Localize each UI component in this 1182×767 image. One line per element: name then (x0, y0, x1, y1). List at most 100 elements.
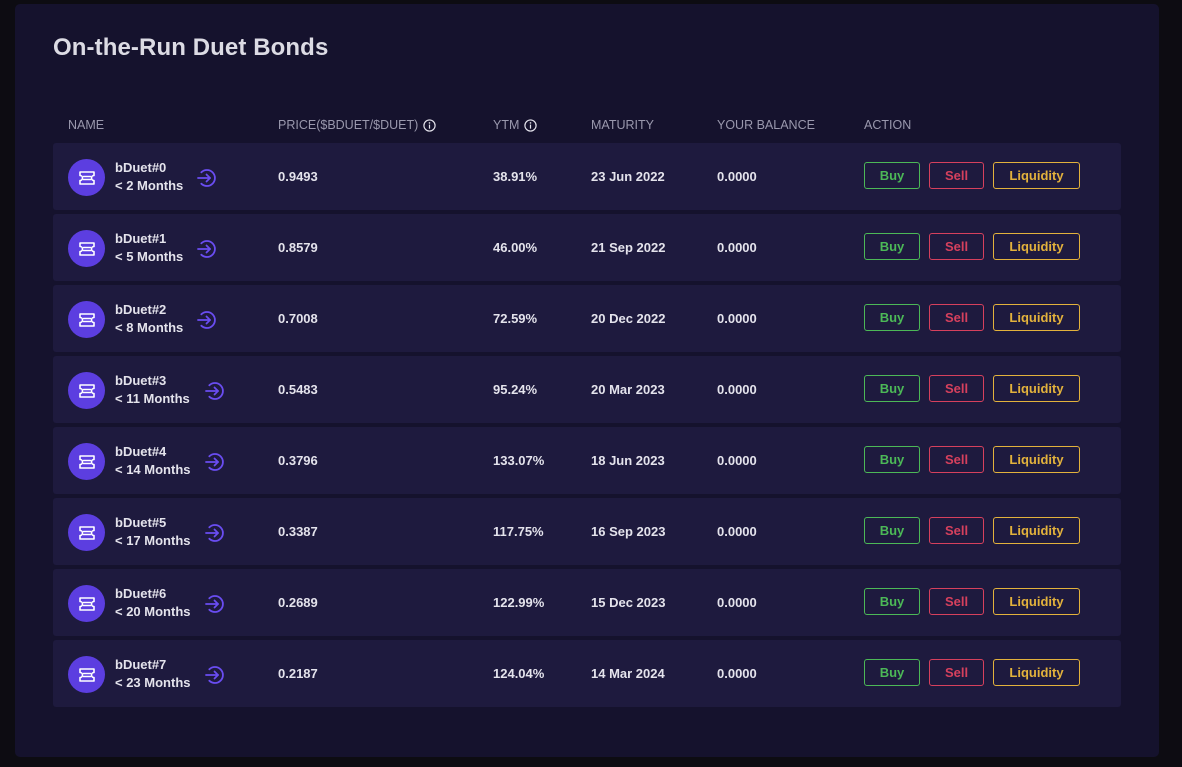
arrow-circle-right-icon[interactable] (195, 237, 219, 261)
buy-button[interactable]: Buy (864, 446, 920, 473)
bond-balance: 0.0000 (717, 382, 757, 397)
buy-button[interactable]: Buy (864, 233, 920, 260)
liquidity-button[interactable]: Liquidity (993, 304, 1080, 331)
bond-name: bDuet#2 < 8 Months (115, 301, 183, 337)
arrow-circle-right-icon[interactable] (195, 308, 219, 332)
sell-button[interactable]: Sell (929, 517, 984, 544)
bond-ytm: 95.24% (493, 382, 538, 397)
liquidity-button[interactable]: Liquidity (993, 233, 1080, 260)
bond-price: 0.3387 (278, 524, 318, 539)
bond-maturity: 15 Dec 2023 (591, 595, 666, 610)
arrow-circle-right-icon[interactable] (203, 521, 227, 545)
bond-id: bDuet#1 (115, 231, 167, 246)
column-header-action-label: ACTION (864, 118, 912, 132)
bond-ytm: 38.91% (493, 169, 538, 184)
bond-name: bDuet#0 < 2 Months (115, 159, 183, 195)
bond-name: bDuet#7 < 23 Months (115, 656, 191, 692)
column-header-balance-label: YOUR BALANCE (717, 118, 815, 132)
liquidity-button[interactable]: Liquidity (993, 375, 1080, 402)
bond-name: bDuet#3 < 11 Months (115, 372, 190, 408)
column-header-name: NAME (68, 110, 104, 140)
info-icon[interactable] (423, 118, 436, 132)
arrow-circle-right-icon[interactable] (203, 663, 227, 687)
bond-id: bDuet#2 (115, 302, 167, 317)
column-header-maturity: MATURITY (591, 110, 654, 140)
sell-button[interactable]: Sell (929, 304, 984, 331)
arrow-circle-right-icon[interactable] (203, 379, 227, 403)
sell-button[interactable]: Sell (929, 659, 984, 686)
bond-price: 0.2689 (278, 595, 318, 610)
liquidity-button[interactable]: Liquidity (993, 446, 1080, 473)
bond-maturity: 14 Mar 2024 (591, 666, 665, 681)
bond-price: 0.2187 (278, 666, 318, 681)
liquidity-button[interactable]: Liquidity (993, 659, 1080, 686)
buy-button[interactable]: Buy (864, 375, 920, 402)
column-header-action: ACTION (864, 110, 911, 140)
bond-term: < 5 Months (115, 249, 184, 264)
liquidity-button[interactable]: Liquidity (993, 588, 1080, 615)
ticket-icon (68, 443, 105, 480)
arrow-circle-right-icon[interactable] (203, 450, 227, 474)
buy-button[interactable]: Buy (864, 659, 920, 686)
bond-id: bDuet#4 (115, 444, 167, 459)
table-header: NAME PRICE($bDuet/$DUET) YTM MATURITY YO… (53, 110, 1121, 140)
bond-term: < 8 Months (115, 320, 184, 335)
sell-button[interactable]: Sell (929, 588, 984, 615)
bond-term: < 11 Months (115, 391, 190, 406)
buy-button[interactable]: Buy (864, 517, 920, 544)
bond-balance: 0.0000 (717, 240, 757, 255)
arrow-circle-right-icon[interactable] (195, 166, 219, 190)
bond-term: < 17 Months (115, 533, 191, 548)
bond-balance: 0.0000 (717, 666, 757, 681)
liquidity-button[interactable]: Liquidity (993, 517, 1080, 544)
column-header-price-label: PRICE($bDuet/$DUET) (278, 118, 419, 132)
page-title: On-the-Run Duet Bonds (53, 34, 329, 61)
ticket-icon (68, 514, 105, 551)
buy-button[interactable]: Buy (864, 162, 920, 189)
column-header-name-label: NAME (68, 118, 105, 132)
bond-price: 0.3796 (278, 453, 318, 468)
bond-name: bDuet#4 < 14 Months (115, 443, 191, 479)
bond-maturity: 21 Sep 2022 (591, 240, 666, 255)
bond-ytm: 72.59% (493, 311, 538, 326)
bond-term: < 20 Months (115, 604, 191, 619)
bond-id: bDuet#3 (115, 373, 167, 388)
bond-name: bDuet#5 < 17 Months (115, 514, 191, 550)
table-row: bDuet#4 < 14 Months 0.3796 133.07% 18 Ju… (53, 427, 1121, 494)
ticket-icon (68, 656, 105, 693)
table-row: bDuet#7 < 23 Months 0.2187 124.04% 14 Ma… (53, 640, 1121, 707)
bond-name: bDuet#1 < 5 Months (115, 230, 183, 266)
sell-button[interactable]: Sell (929, 233, 984, 260)
bond-maturity: 23 Jun 2022 (591, 169, 665, 184)
bond-ytm: 133.07% (493, 453, 545, 468)
column-header-price: PRICE($bDuet/$DUET) (278, 110, 436, 140)
bond-term: < 14 Months (115, 462, 191, 477)
info-icon[interactable] (524, 118, 538, 132)
bond-id: bDuet#6 (115, 586, 167, 601)
ticket-icon (68, 159, 105, 196)
buy-button[interactable]: Buy (864, 588, 920, 615)
bond-price: 0.5483 (278, 382, 318, 397)
sell-button[interactable]: Sell (929, 162, 984, 189)
table-row: bDuet#5 < 17 Months 0.3387 117.75% 16 Se… (53, 498, 1121, 565)
bond-maturity: 16 Sep 2023 (591, 524, 666, 539)
ticket-icon (68, 372, 105, 409)
buy-button[interactable]: Buy (864, 304, 920, 331)
sell-button[interactable]: Sell (929, 375, 984, 402)
bond-id: bDuet#5 (115, 515, 167, 530)
table-row: bDuet#3 < 11 Months 0.5483 95.24% 20 Mar… (53, 356, 1121, 423)
ticket-icon (68, 230, 105, 267)
bond-price: 0.7008 (278, 311, 318, 326)
bond-price: 0.9493 (278, 169, 318, 184)
bond-ytm: 122.99% (493, 595, 545, 610)
bond-ytm: 46.00% (493, 240, 538, 255)
table-row: bDuet#0 < 2 Months 0.9493 38.91% 23 Jun … (53, 143, 1121, 210)
column-header-balance: YOUR BALANCE (717, 110, 815, 140)
bond-term: < 2 Months (115, 178, 184, 193)
column-header-ytm-label: YTM (493, 118, 520, 132)
liquidity-button[interactable]: Liquidity (993, 162, 1080, 189)
bonds-panel: On-the-Run Duet Bonds NAME PRICE($bDuet/… (15, 4, 1159, 757)
sell-button[interactable]: Sell (929, 446, 984, 473)
arrow-circle-right-icon[interactable] (203, 592, 227, 616)
column-header-maturity-label: MATURITY (591, 118, 654, 132)
